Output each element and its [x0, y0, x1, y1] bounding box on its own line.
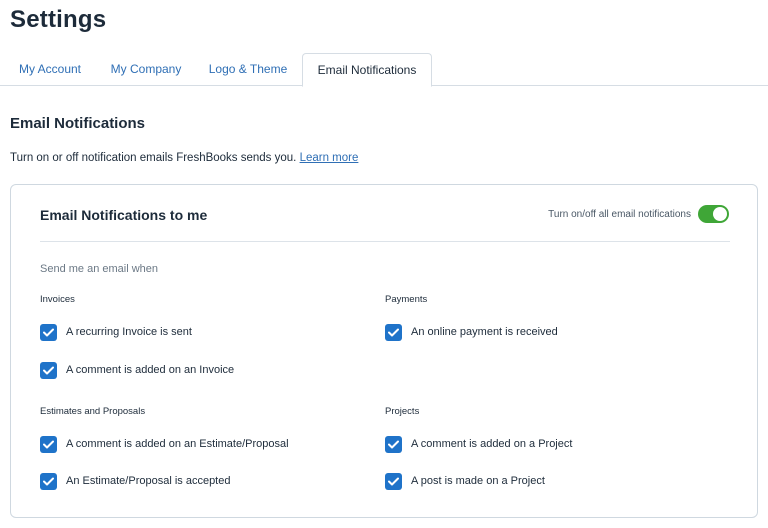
checkbox-label: A comment is added on an Invoice — [66, 364, 235, 376]
intro-description: Turn on or off notification emails Fresh… — [10, 152, 297, 164]
settings-tabs: My Account My Company Logo & Theme Email… — [0, 53, 768, 87]
checkbox-label: An Estimate/Proposal is accepted — [66, 475, 231, 487]
checkbox-label: A comment is added on a Project — [411, 438, 573, 450]
group-label-estimates: Estimates and Proposals — [40, 406, 146, 417]
tab-logo-theme[interactable]: Logo & Theme — [200, 53, 296, 86]
tab-my-account[interactable]: My Account — [10, 53, 90, 86]
checkbox-checked-icon[interactable] — [40, 435, 57, 453]
intro-text: Turn on or off notification emails Fresh… — [10, 152, 358, 164]
checkbox-label: An online payment is received — [411, 326, 558, 338]
checkbox-comment-added-project[interactable]: A comment is added on a Project — [385, 434, 572, 454]
checkbox-checked-icon[interactable] — [385, 323, 402, 341]
checkbox-post-made-project[interactable]: A post is made on a Project — [385, 471, 545, 491]
all-notifications-toggle[interactable] — [698, 205, 729, 223]
page-title: Settings — [10, 6, 107, 33]
tab-email-notifications[interactable]: Email Notifications — [302, 53, 432, 87]
send-me-email-subhead: Send me an email when — [40, 263, 159, 275]
group-label-invoices: Invoices — [40, 294, 75, 305]
checkbox-label: A recurring Invoice is sent — [66, 326, 192, 338]
group-label-projects: Projects — [385, 406, 420, 417]
learn-more-link[interactable]: Learn more — [300, 152, 359, 164]
tab-my-company[interactable]: My Company — [102, 53, 190, 86]
checkbox-online-payment-received[interactable]: An online payment is received — [385, 322, 558, 342]
checkbox-checked-icon[interactable] — [385, 435, 402, 453]
card-divider — [40, 241, 730, 242]
checkbox-estimate-accepted[interactable]: An Estimate/Proposal is accepted — [40, 471, 230, 491]
checkbox-label: A post is made on a Project — [411, 475, 545, 487]
settings-page: Settings My Account My Company Logo & Th… — [0, 0, 768, 528]
checkbox-checked-icon[interactable] — [40, 361, 57, 379]
checkbox-recurring-invoice-sent[interactable]: A recurring Invoice is sent — [40, 322, 192, 342]
section-title: Email Notifications — [10, 115, 146, 132]
checkbox-checked-icon[interactable] — [40, 323, 57, 341]
checkbox-label: A comment is added on an Estimate/Propos… — [66, 438, 289, 450]
email-notifications-card: Email Notifications to me Turn on/off al… — [10, 184, 758, 518]
toggle-label: Turn on/off all email notifications — [548, 209, 691, 220]
checkbox-comment-added-invoice[interactable]: A comment is added on an Invoice — [40, 360, 234, 380]
checkbox-checked-icon[interactable] — [40, 472, 57, 490]
checkbox-checked-icon[interactable] — [385, 472, 402, 490]
card-title: Email Notifications to me — [40, 207, 208, 223]
checkbox-comment-added-estimate[interactable]: A comment is added on an Estimate/Propos… — [40, 434, 289, 454]
toggle-knob — [713, 207, 727, 221]
group-label-payments: Payments — [385, 294, 428, 305]
